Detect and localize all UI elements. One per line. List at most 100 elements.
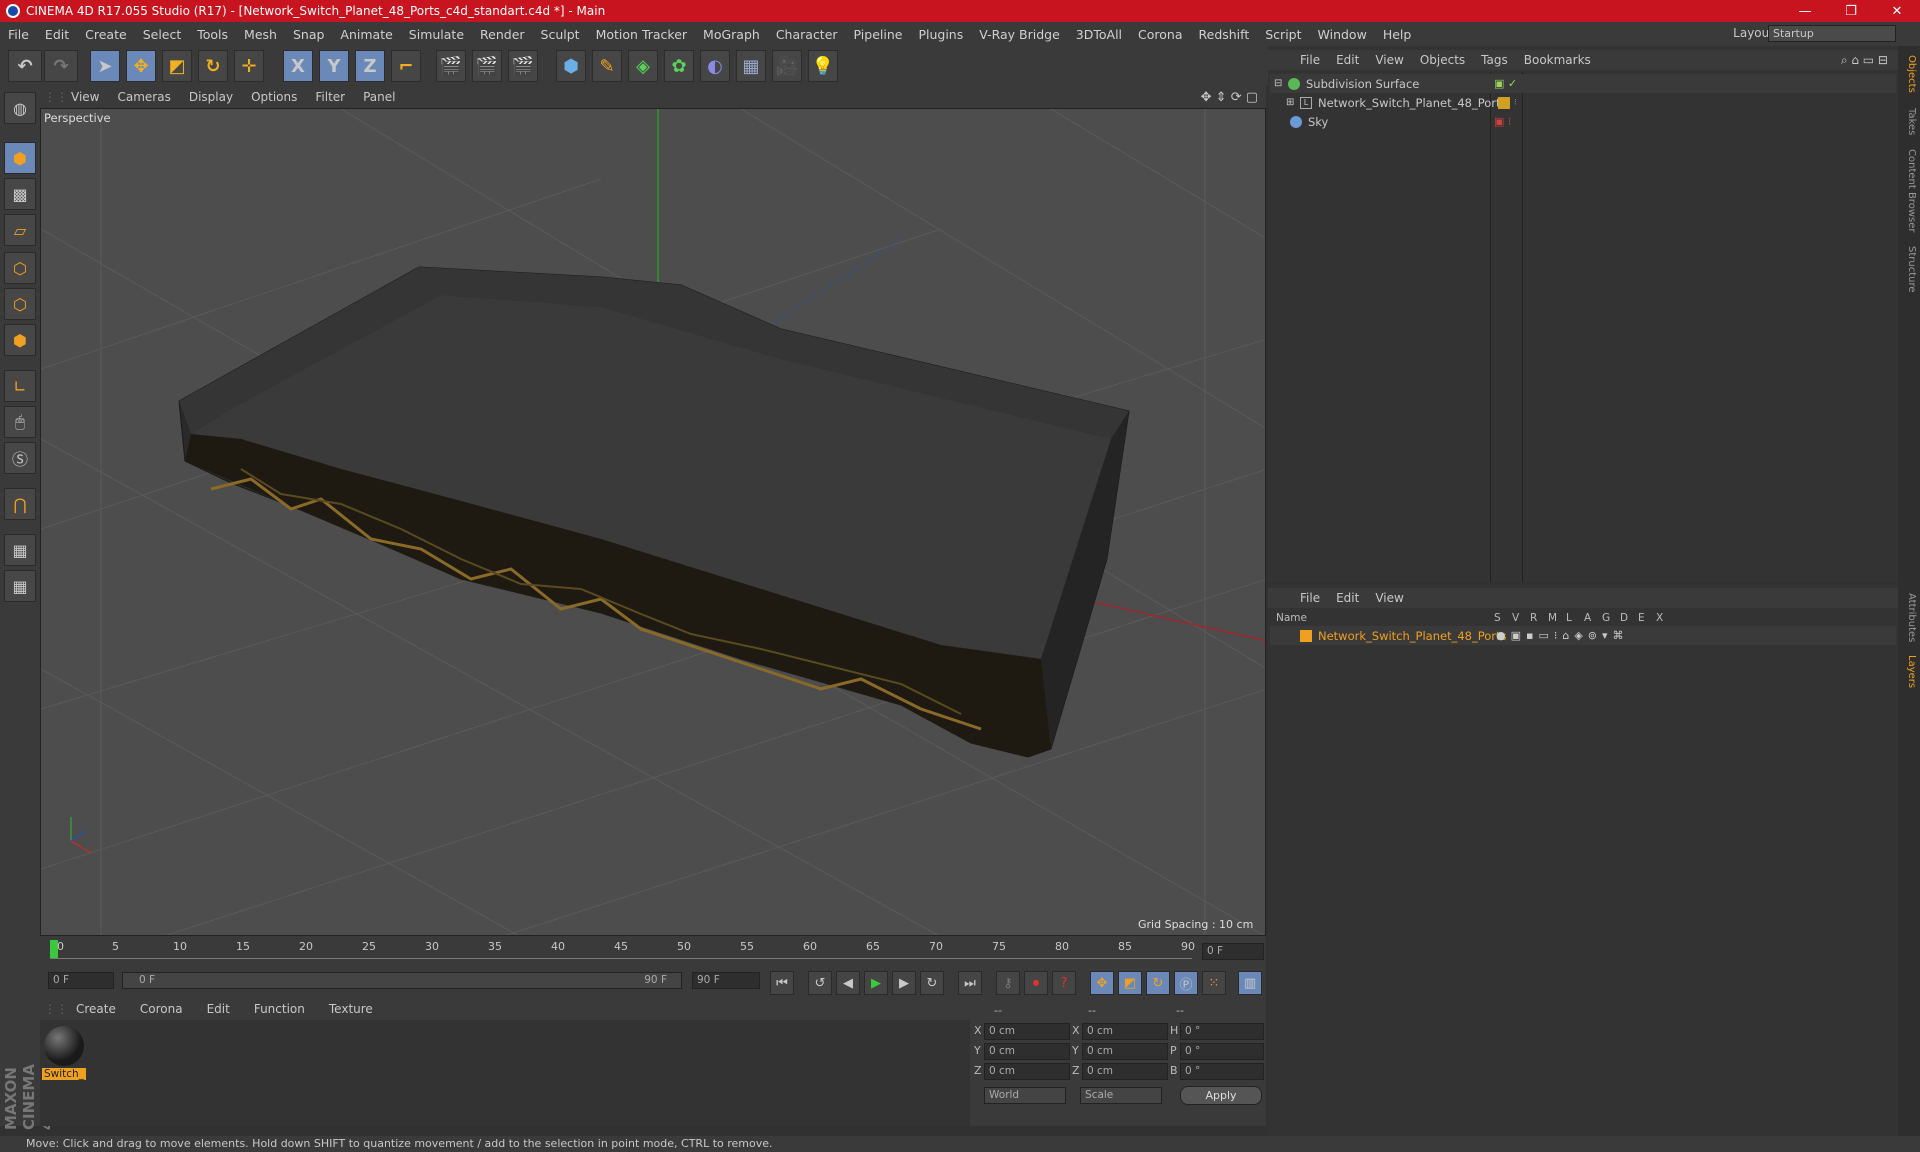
visibility-dots-icon[interactable]: ⁝ — [1514, 98, 1517, 108]
object-menu-file[interactable]: File — [1292, 53, 1328, 67]
current-frame-field[interactable]: 0 F — [1202, 943, 1264, 960]
maximize-button[interactable]: ❐ — [1828, 0, 1874, 22]
magnet-button[interactable]: ⋂ — [4, 488, 36, 520]
material-menu-texture[interactable]: Texture — [315, 1002, 383, 1016]
go-to-end-button[interactable]: ⏭ — [958, 971, 982, 995]
menu-tools[interactable]: Tools — [189, 27, 236, 42]
layout-dropdown[interactable]: Startup — [1768, 25, 1896, 42]
column-view[interactable]: V — [1512, 612, 1519, 624]
autokey-button[interactable]: ? — [1052, 971, 1076, 995]
menu-motion-tracker[interactable]: Motion Tracker — [588, 27, 695, 42]
timeline-window-button[interactable]: ▥ — [1238, 971, 1262, 995]
end-frame-field[interactable]: 90 F — [692, 972, 760, 989]
rotation-b-field[interactable]: 0 ° — [1180, 1063, 1264, 1080]
material-menu-function[interactable]: Function — [240, 1002, 315, 1016]
menu-help[interactable]: Help — [1375, 27, 1420, 42]
redo-button[interactable]: ↷ — [44, 50, 78, 82]
menu-vray-bridge[interactable]: V-Ray Bridge — [971, 27, 1068, 42]
model-mode-button[interactable]: ⬢ — [4, 142, 36, 174]
y-axis-button[interactable]: Y — [319, 50, 349, 82]
menu-plugins[interactable]: Plugins — [910, 27, 971, 42]
rotation-p-field[interactable]: 0 ° — [1180, 1043, 1264, 1060]
camera-button[interactable]: 🎥 — [772, 50, 802, 82]
object-row-network-switch[interactable]: ⊞ L Network_Switch_Planet_48_Ports ⁝ — [1270, 93, 1896, 112]
x-axis-button[interactable]: X — [283, 50, 313, 82]
menu-sculpt[interactable]: Sculpt — [533, 27, 588, 42]
network-switch-model[interactable] — [178, 266, 1130, 758]
go-to-start-button[interactable]: ⏮ — [770, 971, 794, 995]
coordinate-system-button[interactable]: ⌐ — [391, 50, 421, 82]
menu-file[interactable]: File — [0, 27, 37, 42]
object-menu-view[interactable]: View — [1367, 53, 1411, 67]
viewport-menu-filter[interactable]: Filter — [306, 90, 354, 104]
subdivision-button[interactable]: ◈ — [628, 50, 658, 82]
minimize-button[interactable]: — — [1782, 0, 1828, 22]
expand-icon[interactable]: ⊞ — [1286, 97, 1300, 108]
column-locked[interactable]: L — [1566, 612, 1572, 624]
apply-button[interactable]: Apply — [1180, 1086, 1262, 1105]
menu-redshift[interactable]: Redshift — [1191, 27, 1258, 42]
menu-corona[interactable]: Corona — [1130, 27, 1190, 42]
render-settings-button[interactable]: 🎬 — [508, 50, 538, 82]
points-mode-button[interactable]: ⬡ — [4, 252, 36, 284]
viewport-menu-cameras[interactable]: Cameras — [108, 90, 179, 104]
object-menu-objects[interactable]: Objects — [1412, 53, 1473, 67]
snap-button[interactable]: Ⓢ — [4, 442, 36, 474]
object-menu-bookmarks[interactable]: Bookmarks — [1516, 53, 1599, 67]
tab-objects[interactable]: Objects — [1901, 54, 1917, 94]
menu-snap[interactable]: Snap — [285, 27, 332, 42]
layer-menu-file[interactable]: File — [1292, 591, 1328, 605]
render-view-button[interactable]: 🎬 — [436, 50, 466, 82]
motion-record-button[interactable]: ⚷ — [996, 971, 1020, 995]
object-menu-edit[interactable]: Edit — [1328, 53, 1367, 67]
perspective-viewport[interactable] — [40, 108, 1266, 936]
object-row-subdivision[interactable]: ⊟ Subdivision Surface ▣ ✓ — [1270, 74, 1896, 93]
cube-button[interactable]: ⬢ — [556, 50, 586, 82]
menu-mograph[interactable]: MoGraph — [695, 27, 768, 42]
position-y-field[interactable]: 0 cm — [984, 1043, 1070, 1060]
menu-3dtoall[interactable]: 3DToAll — [1068, 27, 1130, 42]
material-swatch[interactable]: Switch_ — [42, 1024, 86, 1080]
coordinate-mode-dropdown[interactable]: Scale — [1080, 1087, 1162, 1104]
viewport-nav-icons[interactable]: ✥ ⇕ ⟳ ▢ — [1201, 90, 1258, 105]
transform-tool-button[interactable]: ✛ — [234, 50, 264, 82]
layer-color-swatch[interactable] — [1300, 629, 1312, 642]
move-tool-button[interactable]: ✥ — [126, 50, 156, 82]
menu-animate[interactable]: Animate — [332, 27, 400, 42]
record-button[interactable]: ⏺ — [1024, 971, 1048, 995]
previous-frame-button[interactable]: ◀ — [836, 971, 860, 995]
column-solo[interactable]: S — [1494, 612, 1501, 624]
menu-edit[interactable]: Edit — [37, 27, 77, 42]
edges-mode-button[interactable]: ⬡ — [4, 288, 36, 320]
lock-workplane-button[interactable]: ▦ — [4, 534, 36, 566]
tab-takes[interactable]: Takes — [1901, 104, 1917, 140]
key-scale-button[interactable]: ◩ — [1118, 971, 1142, 995]
layer-menu-edit[interactable]: Edit — [1328, 591, 1367, 605]
rotate-tool-button[interactable]: ↻ — [198, 50, 228, 82]
column-expressions[interactable]: E — [1638, 612, 1645, 624]
select-tool-button[interactable]: ➤ — [90, 50, 120, 82]
coordinate-space-dropdown[interactable]: World — [984, 1087, 1066, 1104]
material-menu-create[interactable]: Create — [62, 1002, 126, 1016]
size-z-field[interactable]: 0 cm — [1082, 1063, 1168, 1080]
tweak-mode-button[interactable]: 🖱 — [4, 406, 36, 438]
key-position-button[interactable]: ✥ — [1090, 971, 1114, 995]
menu-script[interactable]: Script — [1257, 27, 1309, 42]
size-y-field[interactable]: 0 cm — [1082, 1043, 1168, 1060]
make-editable-button[interactable]: ◍ — [4, 92, 36, 124]
floor-button[interactable]: ▦ — [736, 50, 766, 82]
scale-tool-button[interactable]: ◩ — [162, 50, 192, 82]
position-z-field[interactable]: 0 cm — [984, 1063, 1070, 1080]
layer-color-icon[interactable] — [1498, 96, 1510, 109]
key-parameter-button[interactable]: Ⓟ — [1174, 971, 1198, 995]
position-x-field[interactable]: 0 cm — [984, 1023, 1070, 1040]
column-render[interactable]: R — [1530, 612, 1537, 624]
previous-key-button[interactable]: ↺ — [808, 971, 832, 995]
object-menu-tags[interactable]: Tags — [1473, 53, 1516, 67]
frame-range-slider[interactable]: 0 F 90 F — [122, 972, 682, 989]
workplane-grid-button[interactable]: ▦ — [4, 570, 36, 602]
render-picture-viewer-button[interactable]: 🎬 — [472, 50, 502, 82]
viewport-menu-view[interactable]: View — [62, 90, 108, 104]
menu-select[interactable]: Select — [135, 27, 190, 42]
play-button[interactable]: ▶ — [864, 971, 888, 995]
